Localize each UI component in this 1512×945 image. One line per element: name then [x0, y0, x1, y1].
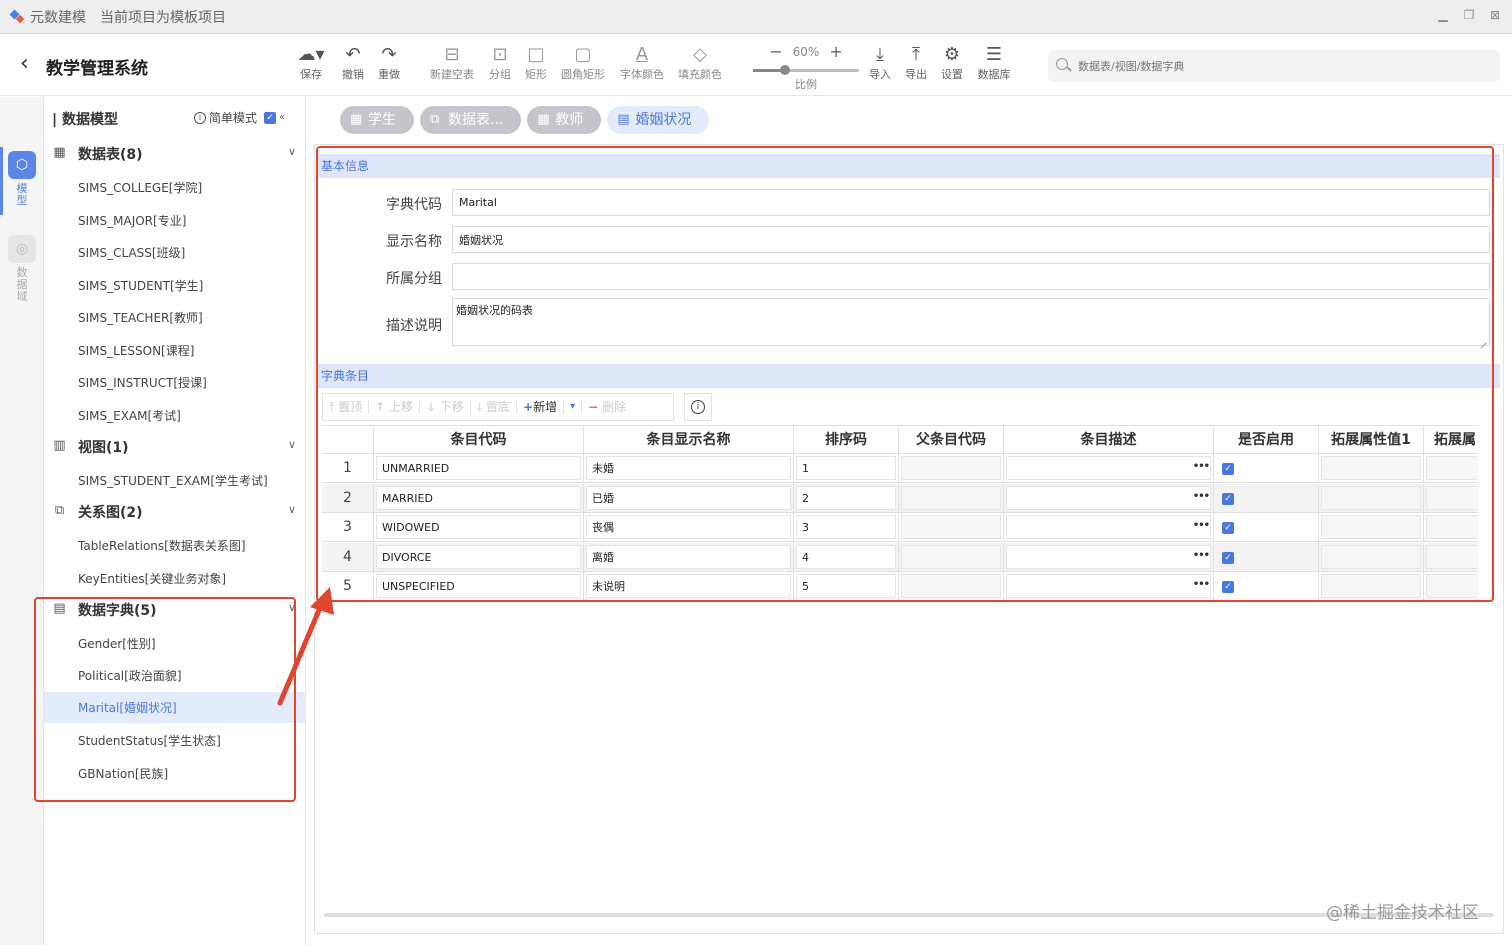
diagram-icon: ⧉: [430, 112, 440, 127]
collapse-icon[interactable]: «: [279, 112, 285, 123]
zoom-slider-knob[interactable]: [779, 65, 790, 75]
zoom-control: − 60% + 比例: [752, 42, 860, 91]
window-titlebar: 元数建模 当前项目为模板项目 ▁ ❐ ⊠: [0, 0, 1512, 34]
simple-mode-checkbox[interactable]: ✓: [264, 111, 277, 124]
close-icon[interactable]: ⊠: [1488, 8, 1502, 22]
export-button[interactable]: ⤒ 导出: [902, 44, 930, 82]
rail-item-domain[interactable]: ◎ 数据域: [6, 235, 38, 303]
tab-diagram[interactable]: ⧉ 数据表...: [420, 106, 522, 134]
zoom-label: 比例: [795, 78, 817, 91]
info-icon: i: [194, 111, 206, 124]
tree-item-table[interactable]: SIMS_TEACHER[教师]: [44, 302, 306, 332]
chevron-down-icon[interactable]: ∨: [288, 145, 296, 158]
tree-item-table[interactable]: SIMS_CLASS[班级]: [44, 237, 306, 267]
minimize-icon[interactable]: ▁: [1436, 8, 1450, 22]
fill-color-button[interactable]: ◇ 填充颜色: [676, 44, 724, 82]
tree-item-table[interactable]: SIMS_LESSON[课程]: [44, 335, 306, 365]
group-icon: ⊡: [492, 44, 508, 65]
zoom-out-icon[interactable]: −: [769, 42, 782, 61]
search-input[interactable]: [1078, 56, 1478, 76]
annotation-highlight-editor: [316, 146, 1494, 602]
tree-item-table[interactable]: SIMS_COLLEGE[学院]: [44, 172, 306, 202]
tree-item-table[interactable]: SIMS_EXAM[考试]: [44, 400, 306, 430]
sidebar-title: | 数据模型: [52, 112, 118, 128]
rail-active-indicator: [0, 147, 3, 215]
window-controls: ▁ ❐ ⊠: [1436, 8, 1502, 22]
tree-item-table[interactable]: SIMS_STUDENT[学生]: [44, 270, 306, 300]
system-title: 教学管理系统: [46, 59, 148, 79]
database-icon: ☰: [985, 44, 1003, 65]
search-icon: [1054, 56, 1072, 74]
model-tree-sidebar: | 数据模型 i 简单模式 ✓ « ▦ 数据表(8) ∨ SIMS_COLLEG…: [44, 97, 306, 945]
back-chevron-icon[interactable]: ‹: [20, 52, 40, 78]
font-color-icon: A: [635, 44, 649, 65]
watermark: @稀土掘金技术社区: [1326, 903, 1479, 923]
tab-student[interactable]: ▦ 学生: [340, 106, 414, 134]
font-color-button[interactable]: A 字体颜色: [618, 44, 666, 82]
tree-group-diagrams[interactable]: ⧉ 关系图(2) ∨: [44, 497, 306, 527]
gear-icon: ⚙: [943, 44, 961, 65]
project-label: 当前项目为模板项目: [100, 9, 226, 26]
tree-item-table[interactable]: SIMS_MAJOR[专业]: [44, 205, 306, 235]
diagram-icon: ⧉: [54, 503, 65, 518]
app-name: 元数建模: [30, 9, 86, 26]
zoom-in-icon[interactable]: +: [829, 42, 842, 61]
undo-icon: ↶: [345, 44, 361, 65]
new-table-button[interactable]: ⊟ 新建空表: [428, 44, 476, 82]
table-icon: ▦: [350, 112, 363, 127]
zoom-slider[interactable]: [753, 65, 859, 75]
tab-teacher[interactable]: ▦ 教师: [527, 106, 602, 134]
rectangle-icon: □: [527, 44, 545, 65]
tree-item-diagram[interactable]: KeyEntities[关键业务对象]: [44, 563, 306, 593]
import-button[interactable]: ⤓ 导入: [866, 44, 894, 82]
tab-marital[interactable]: ▤ 婚姻状况: [607, 106, 710, 134]
group-button[interactable]: ⊡ 分组: [486, 44, 514, 82]
table-icon: ▦: [537, 112, 550, 127]
export-icon: ⤒: [912, 44, 920, 65]
tree-item-diagram[interactable]: TableRelations[数据表关系图]: [44, 530, 306, 560]
restore-icon[interactable]: ❐: [1462, 8, 1476, 22]
main-toolbar: ‹ 教学管理系统 ☁▾ 保存 ↶ 撤销 ↷ 重做 ⊟ 新建空表 ⊡ 分组 □ 矩形 ▢ 圆角矩…: [0, 34, 1512, 96]
annotation-arrow-icon: [277, 587, 334, 706]
table-icon: ▦: [53, 145, 66, 160]
rounded-rect-button[interactable]: ▢ 圆角矩形: [558, 44, 608, 82]
annotation-highlight-dicts: [34, 597, 296, 802]
database-button[interactable]: ☰ 数据库: [974, 44, 1014, 82]
save-button[interactable]: ☁▾ 保存: [292, 44, 330, 82]
tree-group-views[interactable]: ▥ 视图(1) ∨: [44, 432, 306, 462]
redo-button[interactable]: ↷ 重做: [374, 44, 404, 82]
zoom-value: 60%: [792, 44, 820, 59]
editor-tabs: ▦ 学生 ⧉ 数据表... ▦ 教师 ▤ 婚姻状况: [340, 106, 710, 134]
rail-item-model[interactable]: ⬡ 模型: [6, 151, 38, 207]
settings-button[interactable]: ⚙ 设置: [938, 44, 966, 82]
simple-mode-toggle[interactable]: i 简单模式 ✓ «: [194, 109, 285, 126]
undo-button[interactable]: ↶ 撤销: [338, 44, 368, 82]
horizontal-scrollbar[interactable]: [324, 913, 1494, 917]
domain-icon: ◎: [8, 235, 36, 263]
chevron-down-icon[interactable]: ∨: [288, 503, 296, 516]
fill-color-icon: ◇: [693, 44, 707, 65]
search-box: [1048, 50, 1500, 82]
new-table-icon: ⊟: [444, 44, 460, 65]
cloud-upload-icon: ☁▾: [297, 44, 325, 65]
app-logo-icon: [10, 9, 26, 25]
tree-item-table[interactable]: SIMS_INSTRUCT[授课]: [44, 367, 306, 397]
rect-button[interactable]: □ 矩形: [522, 44, 550, 82]
import-icon: ⤓: [876, 44, 884, 65]
left-rail: ⬡ 模型 ◎ 数据域: [0, 97, 44, 945]
tree-item-view[interactable]: SIMS_STUDENT_EXAM[学生考试]: [44, 465, 306, 495]
chart-view-icon: ▥: [53, 438, 66, 453]
chevron-down-icon[interactable]: ∨: [288, 438, 296, 451]
cube-icon: ⬡: [8, 151, 36, 179]
tree-group-tables[interactable]: ▦ 数据表(8) ∨: [44, 139, 306, 169]
redo-icon: ↷: [381, 44, 397, 65]
book-icon: ▤: [617, 112, 630, 127]
rounded-rectangle-icon: ▢: [574, 44, 592, 65]
